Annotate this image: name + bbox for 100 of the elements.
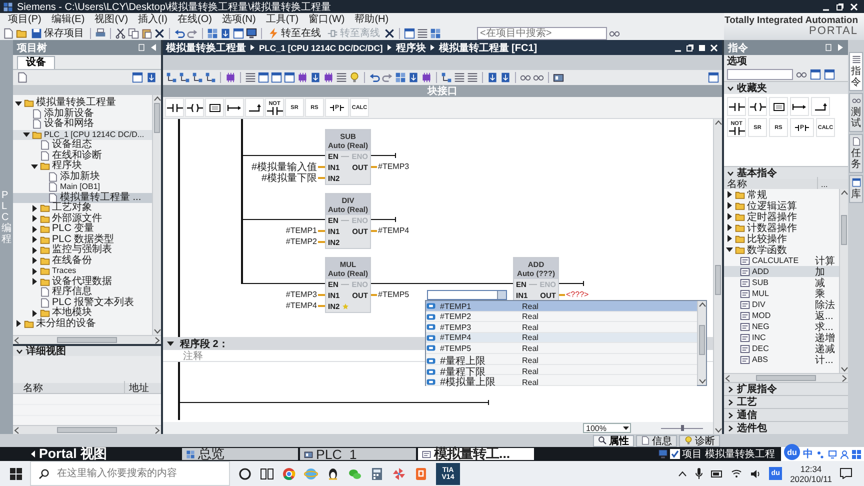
editor-tab[interactable]: PLC_1 (300, 448, 416, 460)
instruction-item[interactable]: 位逻辑运算 (724, 200, 839, 211)
expand-arrow-icon[interactable] (31, 215, 38, 222)
scrollbar[interactable] (152, 95, 161, 335)
expand-arrow-icon[interactable] (31, 268, 38, 275)
list-item[interactable]: #TEMP3 Real (426, 322, 697, 333)
instruction-item[interactable]: CALCULATE 计算 (724, 255, 839, 266)
expand-arrow-icon[interactable] (31, 246, 38, 254)
list-icon[interactable] (417, 28, 428, 38)
arrow-down-icon[interactable] (698, 379, 706, 384)
tree-item[interactable]: PLC 数据类型 (13, 234, 152, 245)
expand-arrow-icon[interactable] (15, 320, 22, 328)
tree-item[interactable]: 模拟量转工程量 ... (13, 192, 152, 203)
instruction-item[interactable]: 比较操作 (724, 233, 839, 244)
network-icon[interactable] (179, 72, 190, 83)
arrow-down-icon[interactable] (154, 329, 160, 334)
network-icon[interactable] (205, 72, 216, 83)
list-icon[interactable] (245, 72, 256, 83)
cross-icon[interactable] (384, 28, 395, 38)
scrollbar[interactable] (713, 119, 722, 434)
window-icon[interactable] (404, 28, 415, 38)
menu-item[interactable]: 窗口(W) (304, 13, 350, 26)
restore-icon[interactable] (836, 2, 844, 10)
arrow-right-icon[interactable] (155, 336, 160, 344)
instruction-item[interactable]: ABS 计... (724, 354, 839, 365)
tree-item[interactable]: 添加新块 (13, 172, 152, 182)
side-tab[interactable]: 库 (849, 175, 863, 203)
list-item[interactable]: #量程下限 Real (426, 364, 697, 376)
arrow-left-icon[interactable] (14, 426, 19, 434)
arrow-up-icon[interactable] (840, 190, 848, 195)
expand-arrow-icon[interactable] (23, 131, 30, 138)
expand-arrow-icon[interactable] (31, 236, 38, 244)
tree-item[interactable]: 在线和诊断 (13, 150, 152, 161)
scrollbar-thumb[interactable] (756, 375, 816, 381)
scrollbar[interactable] (724, 373, 848, 382)
undo-icon[interactable] (174, 28, 185, 38)
tree-item[interactable]: PLC 变量 (13, 224, 152, 234)
monitor-icon[interactable] (246, 28, 257, 38)
list-item[interactable]: #模拟量上限 Real (426, 375, 697, 386)
expand-arrow-icon[interactable] (726, 191, 733, 198)
printer-icon[interactable] (95, 28, 106, 38)
download-icon[interactable] (146, 72, 157, 83)
download-icon[interactable] (487, 72, 498, 83)
tree-item[interactable]: 本地模块 (13, 308, 152, 318)
scrollbar[interactable] (697, 301, 706, 385)
tree-item[interactable]: PLC 报警文本列表 (13, 298, 152, 308)
scrollbar-thumb[interactable] (715, 265, 721, 295)
instruction-button[interactable] (165, 98, 184, 117)
chip-icon[interactable] (323, 72, 334, 83)
star-icon[interactable] (342, 303, 349, 310)
chevron-icon[interactable] (727, 84, 734, 92)
side-tab[interactable]: 任务 (849, 134, 863, 173)
arrow-left-icon[interactable] (14, 336, 19, 344)
search-field[interactable] (727, 68, 793, 80)
save-button[interactable]: 保存项目 (29, 26, 86, 40)
browser-icon[interactable] (282, 466, 296, 480)
ime-logo[interactable]: du (784, 444, 800, 460)
arrow-right-icon[interactable] (155, 426, 160, 434)
expand-arrow-icon[interactable] (726, 224, 733, 231)
list-item[interactable]: #量程上限 Real (426, 354, 697, 365)
instruction-item[interactable]: ADD 加 (724, 266, 839, 277)
instruction-item[interactable]: INC 递增 (724, 332, 839, 343)
instruction-item[interactable]: 计数器操作 (724, 222, 839, 233)
grid-icon[interactable] (852, 450, 861, 458)
grid-icon[interactable] (395, 72, 406, 83)
collapse-arrow-icon[interactable] (150, 43, 157, 52)
expand-arrow-icon[interactable] (726, 213, 733, 220)
menu-item[interactable]: 帮助(H) (350, 13, 394, 26)
scrollbar-thumb[interactable] (57, 337, 117, 343)
tree-item[interactable]: 监控与强制表 (13, 245, 152, 256)
instruction-button[interactable] (185, 98, 204, 117)
expand-arrow-icon[interactable] (31, 257, 38, 264)
expand-arrow-icon[interactable] (726, 246, 733, 253)
arrow-up-icon[interactable] (714, 120, 722, 125)
expand-arrow-icon[interactable] (167, 340, 174, 347)
calculator-icon[interactable] (370, 466, 384, 480)
window-icon[interactable] (810, 68, 821, 80)
instruction-item[interactable]: 数学函数 (724, 244, 839, 255)
menu-item[interactable]: 视图(V) (90, 13, 134, 26)
scrollbar[interactable] (13, 335, 161, 344)
instruction-button[interactable] (769, 97, 788, 116)
instruction-button[interactable] (245, 98, 264, 117)
search-field[interactable]: <在项目中搜索> (477, 26, 607, 40)
expand-arrow-icon[interactable] (726, 235, 733, 242)
paste-icon[interactable] (141, 28, 152, 38)
breadcrumb-item[interactable]: 模拟量转换工程量 (166, 40, 246, 54)
tree-item[interactable]: 添加新设备 (13, 108, 152, 119)
circle-icon[interactable] (238, 466, 252, 480)
scrollbar-thumb[interactable] (57, 427, 117, 433)
tree-item[interactable]: 程序块 (13, 161, 152, 172)
window-icon[interactable] (132, 72, 143, 83)
notification-icon[interactable] (840, 468, 852, 479)
network-icon[interactable] (166, 72, 177, 83)
task-view-icon[interactable] (260, 466, 274, 480)
instruction-item[interactable]: NEG 求... (724, 321, 839, 332)
list-item[interactable]: #TEMP1 Real (426, 301, 697, 312)
expand-arrow-icon[interactable] (15, 100, 22, 107)
arrow-up-icon[interactable] (154, 96, 160, 101)
collapse-arrow-icon[interactable] (837, 43, 844, 52)
expand-arrow-icon[interactable] (31, 226, 38, 233)
